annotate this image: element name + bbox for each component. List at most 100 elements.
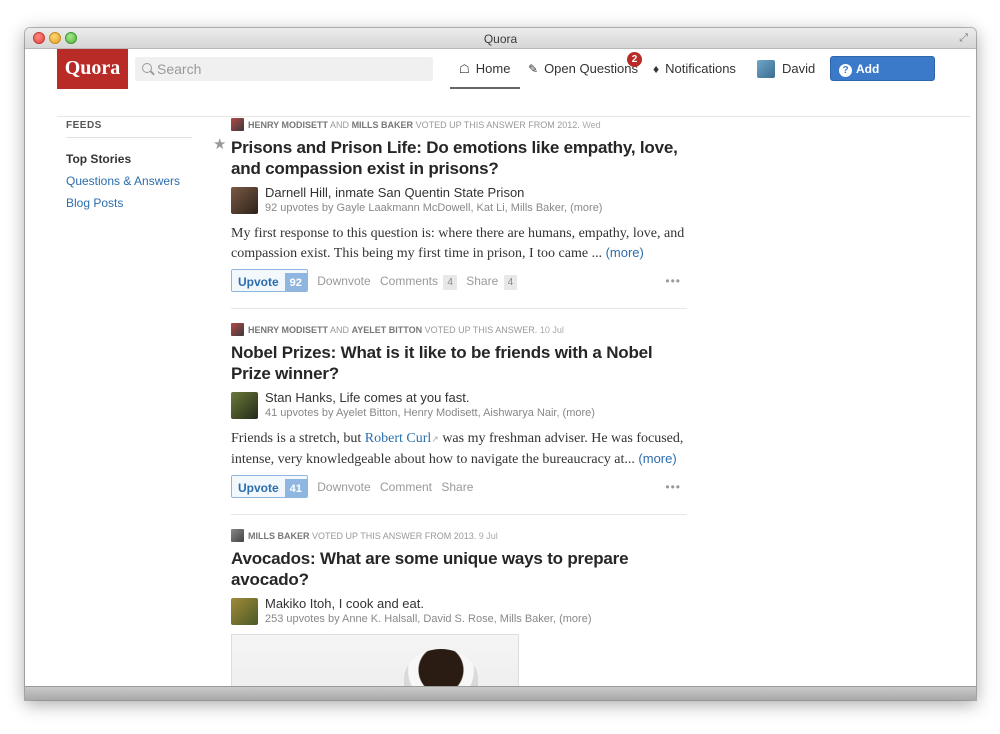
sidebar-divider	[66, 137, 192, 138]
voter-name[interactable]: HENRY MODISETT	[248, 325, 328, 335]
voter-avatar	[231, 529, 244, 542]
nav-user-profile[interactable]: David	[757, 49, 815, 89]
voter-name[interactable]: AYELET BITTON	[352, 325, 423, 335]
answer-excerpt: My first response to this question is: w…	[231, 224, 687, 263]
story-meta: MILLS BAKER VOTED UP THIS ANSWER FROM 20…	[231, 529, 687, 543]
external-link-icon: ↗	[431, 434, 439, 444]
story-meta: HENRY MODISETT AND MILLS BAKER VOTED UP …	[231, 118, 687, 132]
meta-date: 10 Jul	[539, 325, 564, 335]
story-divider	[231, 514, 687, 515]
story-divider	[231, 308, 687, 309]
home-icon: ☖	[459, 62, 470, 76]
upvote-count: 41	[284, 479, 307, 497]
meta-action: VOTED UP THIS ANSWER FROM 2013.	[312, 531, 477, 541]
share-count: 4	[503, 275, 518, 290]
search-placeholder: Search	[157, 61, 202, 77]
sidebar-item-questions-answers[interactable]: Questions & Answers	[66, 170, 192, 192]
voter-avatar	[231, 323, 244, 336]
quora-logo[interactable]: Quora	[57, 49, 128, 89]
answer-author: Makiko Itoh, I cook and eat. 253 upvotes…	[231, 596, 687, 628]
feeds-sidebar: FEEDS Top Stories Questions & Answers Bl…	[66, 118, 192, 214]
active-tab-indicator	[450, 87, 520, 89]
add-question-button[interactable]: ? Add Question	[830, 56, 935, 101]
comment-button[interactable]: Comment	[380, 475, 432, 499]
question-title[interactable]: Prisons and Prison Life: Do emotions lik…	[231, 137, 687, 179]
more-options-icon[interactable]: •••	[665, 269, 681, 293]
question-title[interactable]: Avocados: What are some unique ways to p…	[231, 548, 687, 590]
meta-conjunction: AND	[330, 120, 350, 130]
author-name[interactable]: Stan Hanks, Life comes at you fast.	[265, 390, 687, 406]
upvote-button[interactable]: Upvote 41	[231, 475, 308, 498]
comments-label: Comments	[379, 274, 438, 288]
comments-button[interactable]: Comments 4	[380, 269, 457, 293]
nav-home[interactable]: ☖ Home	[459, 49, 510, 89]
fullscreen-icon[interactable]: ⤢	[959, 32, 968, 45]
downvote-button[interactable]: Downvote	[317, 475, 370, 499]
nav-open-questions[interactable]: ✎ Open Questions	[528, 49, 638, 89]
browser-window: Quora ⤢ Quora Search ☖ Home ✎ Open Questio…	[25, 28, 976, 700]
share-label: Share	[466, 274, 499, 288]
search-icon	[142, 63, 152, 73]
feeds-heading: FEEDS	[66, 120, 102, 131]
upvoters-line: 253 upvotes by Anne K. Halsall, David S.…	[265, 613, 592, 625]
star-icon[interactable]: ★	[213, 135, 226, 153]
upvoters-line: 92 upvotes by Gayle Laakmann McDowell, K…	[265, 202, 603, 214]
answer-text: Friends is a stretch, but	[231, 431, 362, 446]
upvote-label: Upvote	[238, 275, 279, 289]
voter-avatar	[231, 118, 244, 131]
meta-date: Wed	[582, 120, 601, 130]
nav-notifications[interactable]: ♦ Notifications	[653, 49, 736, 89]
upvote-label: Upvote	[238, 481, 279, 495]
meta-action: VOTED UP THIS ANSWER FROM 2012.	[415, 120, 580, 130]
feed-story: MILLS BAKER VOTED UP THIS ANSWER FROM 20…	[231, 529, 687, 700]
answer-author: Stan Hanks, Life comes at you fast. 41 u…	[231, 390, 687, 422]
meta-date: 9 Jul	[478, 531, 498, 541]
bell-icon: ♦	[653, 62, 660, 76]
author-avatar[interactable]	[231, 187, 258, 214]
feed-story: HENRY MODISETT AND MILLS BAKER VOTED UP …	[213, 118, 687, 293]
more-link[interactable]: (more)	[606, 245, 644, 260]
author-name[interactable]: Darnell Hill, inmate San Quentin State P…	[265, 185, 687, 201]
share-button[interactable]: Share 4	[466, 269, 518, 293]
voter-name[interactable]: MILLS BAKER	[352, 120, 414, 130]
answer-excerpt: Friends is a stretch, but Robert Curl↗ w…	[231, 429, 687, 469]
share-button[interactable]: Share	[441, 475, 473, 499]
comments-count: 4	[443, 275, 457, 290]
story-meta: HENRY MODISETT AND AYELET BITTON VOTED U…	[231, 323, 687, 337]
title-bar: Quora ⤢	[25, 28, 976, 49]
nav-home-label: Home	[475, 61, 511, 76]
more-link[interactable]: (more)	[638, 451, 676, 466]
sidebar-item-top-stories[interactable]: Top Stories	[66, 148, 192, 170]
sidebar-item-blog-posts[interactable]: Blog Posts	[66, 192, 192, 214]
author-avatar[interactable]	[231, 598, 258, 625]
feed-story: HENRY MODISETT AND AYELET BITTON VOTED U…	[231, 323, 687, 499]
avatar	[757, 59, 775, 78]
author-name[interactable]: Makiko Itoh, I cook and eat.	[265, 596, 687, 612]
answer-author: Darnell Hill, inmate San Quentin State P…	[231, 185, 687, 217]
meta-conjunction: AND	[330, 325, 350, 335]
question-title[interactable]: Nobel Prizes: What is it like to be frie…	[231, 342, 687, 384]
nav-open-questions-label: Open Questions	[544, 61, 639, 76]
answer-actions: Upvote 92 Downvote Comments 4 Share 4 •••	[231, 269, 687, 293]
window-title: Quora	[483, 32, 518, 46]
author-avatar[interactable]	[231, 392, 258, 419]
downvote-button[interactable]: Downvote	[317, 269, 370, 293]
story-feed: HENRY MODISETT AND MILLS BAKER VOTED UP …	[213, 118, 687, 700]
nav-notifications-label: Notifications	[665, 61, 736, 76]
user-name: David	[782, 61, 816, 76]
meta-action: VOTED UP THIS ANSWER.	[424, 325, 538, 335]
header-divider	[57, 116, 970, 117]
voter-name[interactable]: HENRY MODISETT	[248, 120, 328, 130]
upvote-count: 92	[284, 273, 307, 291]
site-header: Quora Search ☖ Home ✎ Open Questions 2 ♦ No…	[25, 49, 976, 101]
search-input[interactable]: Search	[135, 57, 433, 81]
voter-name[interactable]: MILLS BAKER	[248, 531, 310, 541]
window-bottom-bar	[25, 686, 976, 700]
upvoters-line: 41 upvotes by Ayelet Bitton, Henry Modis…	[265, 407, 595, 419]
more-options-icon[interactable]: •••	[665, 475, 681, 499]
open-questions-badge: 2	[627, 52, 642, 67]
upvote-button[interactable]: Upvote 92	[231, 269, 308, 292]
pencil-icon: ✎	[528, 62, 539, 76]
answer-actions: Upvote 41 Downvote Comment Share •••	[231, 475, 687, 499]
robert-curl-link[interactable]: Robert Curl	[365, 431, 432, 446]
